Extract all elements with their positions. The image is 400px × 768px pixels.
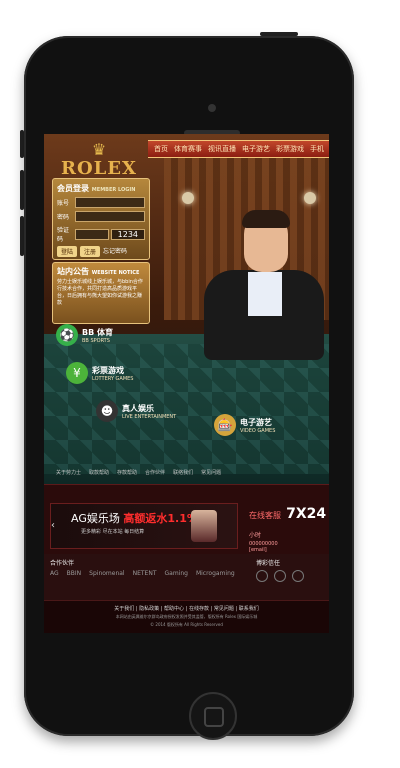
hero-banner: 首页 体育赛事 视讯直播 电子游艺 彩票游戏 手机 ♛ ROLEX 会员登录 M… bbox=[44, 134, 329, 484]
footer-link[interactable]: 取款帮助 bbox=[89, 469, 109, 476]
password-input[interactable] bbox=[75, 211, 145, 222]
bottom-link[interactable]: 帮助中心 bbox=[164, 606, 184, 612]
menu-video-games[interactable]: 🎰 电子游艺 VIDEO GAMES bbox=[214, 414, 275, 436]
login-title: 会员登录 bbox=[57, 184, 89, 193]
notice-title-en: WEBSITE NOTICE bbox=[91, 270, 140, 276]
bottom-links: 关于我们 | 隐私政策 | 帮助中心 | 在线存款 | 常见问题 | 联系我们 bbox=[114, 606, 259, 612]
phone-screen: 首页 体育赛事 视讯直播 电子游艺 彩票游戏 手机 ♛ ROLEX 会员登录 M… bbox=[44, 134, 329, 633]
menu-bb-sports[interactable]: ⚽ BB 体育 BB SPORTS bbox=[56, 324, 113, 346]
notice-text: 劳力士娱乐城线上娱乐城，与bbin合作行技术合作，共同打造高品质游戏平台，日后拥… bbox=[57, 279, 143, 306]
login-panel: 会员登录 MEMBER LOGIN 账号 密码 验证码 1234 登陆 注册 忘… bbox=[52, 178, 150, 260]
partner-logo: AG bbox=[50, 570, 59, 577]
dealer-illustration bbox=[186, 210, 324, 404]
player-icon: ☻ bbox=[96, 400, 118, 422]
bottom-link[interactable]: 常见问题 bbox=[214, 606, 234, 612]
chevron-left-icon[interactable]: ‹ bbox=[51, 520, 55, 531]
yuan-coin-icon: ¥ bbox=[66, 362, 88, 384]
nav-lottery[interactable]: 彩票游戏 bbox=[276, 144, 304, 154]
partner-logos: AG BBIN Spinomenal NETENT Gaming Microga… bbox=[50, 570, 235, 577]
bottom-link[interactable]: 在线存款 bbox=[189, 606, 209, 612]
wall-lamp-icon bbox=[182, 192, 194, 204]
menu-label-en: LOTTERY GAMES bbox=[92, 375, 134, 382]
bottom-link[interactable]: 联系我们 bbox=[239, 606, 259, 612]
bottom-link[interactable]: 隐私政策 bbox=[139, 606, 159, 612]
badge-icon bbox=[256, 570, 268, 582]
footer-link[interactable]: 合作伙伴 bbox=[145, 469, 165, 476]
badge-icon bbox=[292, 570, 304, 582]
nav-home[interactable]: 首页 bbox=[154, 144, 168, 154]
footer-link[interactable]: 联络我们 bbox=[173, 469, 193, 476]
partners-section: 合作伙伴 AG BBIN Spinomenal NETENT Gaming Mi… bbox=[44, 554, 329, 600]
ag-subtitle: 更多精彩 尽在本站 每日结算 bbox=[81, 529, 145, 535]
bottom-link[interactable]: 关于我们 bbox=[114, 606, 134, 612]
cs-label: 在线客服 bbox=[249, 511, 281, 520]
footer-link[interactable]: 关于劳力士 bbox=[56, 469, 81, 476]
footer-link[interactable]: 常见问题 bbox=[201, 469, 221, 476]
cs-hours-suffix: 小时 bbox=[249, 532, 262, 539]
login-button[interactable]: 登陆 bbox=[57, 246, 78, 257]
crown-icon: ♛ bbox=[91, 140, 107, 159]
soccer-ball-icon: ⚽ bbox=[56, 324, 78, 346]
footer-nav: 关于劳力士 取款帮助 存款帮助 合作伙伴 联络我们 常见问题 bbox=[44, 466, 329, 478]
nav-video-games[interactable]: 电子游艺 bbox=[242, 144, 270, 154]
bottom-footer: 关于我们 | 隐私政策 | 帮助中心 | 在线存款 | 常见问题 | 联系我们 … bbox=[44, 600, 329, 633]
footer-link[interactable]: 存款帮助 bbox=[117, 469, 137, 476]
notice-panel: 站内公告 WEBSITE NOTICE 劳力士娱乐城线上娱乐城，与bbin合作行… bbox=[52, 262, 150, 324]
captcha-code: 1234 bbox=[110, 228, 145, 240]
register-button[interactable]: 注册 bbox=[80, 246, 101, 257]
nav-live[interactable]: 视讯直播 bbox=[208, 144, 236, 154]
partner-logo: Spinomenal bbox=[89, 570, 125, 577]
account-input[interactable] bbox=[75, 197, 145, 208]
login-title-en: MEMBER LOGIN bbox=[91, 187, 136, 193]
partners-title: 合作伙伴 bbox=[50, 560, 75, 567]
brand-name: ROLEX bbox=[61, 158, 137, 179]
code-label: 验证码 bbox=[57, 227, 70, 243]
menu-label-en: VIDEO GAMES bbox=[240, 427, 276, 434]
menu-label-en: BB SPORTS bbox=[82, 337, 110, 344]
ag-rebate: 高额返水1.1% bbox=[123, 512, 198, 525]
nav-sports[interactable]: 体育赛事 bbox=[174, 144, 202, 154]
nav-mobile[interactable]: 手机 bbox=[310, 144, 324, 154]
camera-icon bbox=[208, 104, 216, 112]
partner-logo: Gaming bbox=[164, 570, 188, 577]
wall-lamp-icon bbox=[304, 192, 316, 204]
home-button[interactable] bbox=[189, 692, 237, 740]
account-label: 账号 bbox=[57, 200, 70, 207]
cert-title: 博彩信任 bbox=[256, 560, 281, 567]
menu-label: 真人娱乐 bbox=[122, 403, 154, 413]
code-input[interactable] bbox=[75, 228, 109, 240]
partner-logo: BBIN bbox=[66, 570, 82, 577]
slot-icon: 🎰 bbox=[214, 414, 236, 436]
ag-title: AG娱乐场 bbox=[71, 512, 120, 525]
top-navigation: 首页 体育赛事 视讯直播 电子游艺 彩票游戏 手机 bbox=[148, 140, 329, 158]
partner-logo: Microgaming bbox=[195, 570, 235, 577]
menu-label-en: LIVE ENTERTAINMENT bbox=[122, 413, 177, 420]
menu-label: 电子游艺 bbox=[240, 417, 272, 427]
ag-dealer-image bbox=[191, 510, 217, 542]
promo-strip: ‹ AG娱乐场 高额返水1.1% 更多精彩 尽在本站 每日结算 在线客服 7X2… bbox=[44, 484, 329, 562]
ag-banner[interactable]: ‹ AG娱乐场 高额返水1.1% 更多精彩 尽在本站 每日结算 bbox=[50, 503, 238, 549]
partner-logo: NETENT bbox=[132, 570, 157, 577]
menu-live-entertainment[interactable]: ☻ 真人娱乐 LIVE ENTERTAINMENT bbox=[96, 400, 176, 422]
password-label: 密码 bbox=[57, 214, 70, 221]
cs-hours: 7X24 bbox=[286, 506, 327, 522]
menu-label: 彩票游戏 bbox=[92, 365, 124, 375]
brand-logo[interactable]: ♛ ROLEX bbox=[54, 140, 144, 180]
footer-info-line1: 本网站由英属维尔京群岛政府授权发照并受其监管，版权所有 Rolex 国际娱乐城 bbox=[115, 614, 258, 619]
forgot-password-link[interactable]: 忘记密码 bbox=[103, 246, 127, 257]
footer-info-line2: © 2014 版权所有 All Rights Reserved bbox=[150, 622, 223, 627]
menu-label: BB 体育 bbox=[82, 327, 113, 337]
notice-title: 站内公告 bbox=[57, 267, 89, 276]
badge-icon bbox=[274, 570, 286, 582]
menu-lottery[interactable]: ¥ 彩票游戏 LOTTERY GAMES bbox=[66, 362, 133, 384]
